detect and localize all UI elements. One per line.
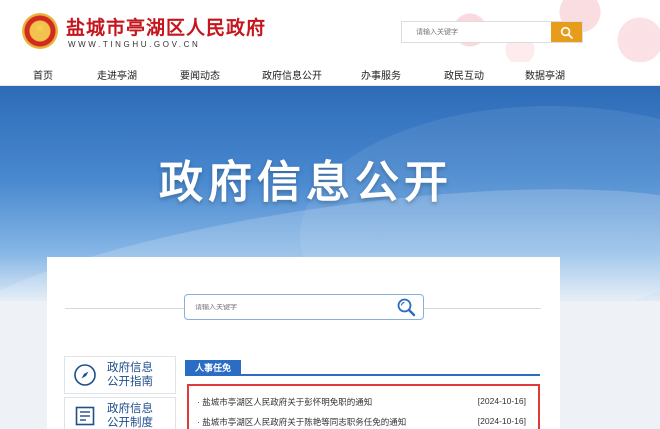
list-item[interactable]: · 盐城市亭湖区人民政府关于彭怀明免职的通知 [2024-10-16] [197,396,526,410]
list-item-title[interactable]: · 盐城市亭湖区人民政府关于彭怀明免职的通知 [197,396,372,410]
site-header: ★ 盐城市亭湖区人民政府 WWW.TINGHU.GOV.CN [0,0,660,62]
main-nav: 首页 走进亭湖 要闻动态 政府信息公开 办事服务 政民互动 数据亭湖 [0,62,660,86]
list-item-title[interactable]: · 盐城市亭湖区人民政府关于陈艳等同志职务任免的通知 [197,416,406,429]
content-card: 政府信息 公开指南 政府信息 公开制度 人事任免 · 盐城市亭湖区人民政府关于彭… [47,257,560,429]
content-search-input[interactable] [185,303,389,311]
compass-icon [72,362,98,388]
banner-title: 政府信息公开 [159,157,453,208]
site-title[interactable]: 盐城市亭湖区人民政府 [66,13,266,40]
content-search-box [184,294,424,320]
content-search-button[interactable] [389,295,423,319]
section-tab-bar: 人事任免 [185,360,540,376]
nav-item-news[interactable]: 要闻动态 [180,67,220,82]
search-icon [560,26,573,39]
magnifier-icon [397,298,416,317]
document-icon [72,403,98,429]
nav-item-info-disclosure[interactable]: 政府信息公开 [262,67,322,82]
list-item[interactable]: · 盐城市亭湖区人民政府关于陈艳等同志职务任免的通知 [2024-10-16] [197,416,526,429]
sidebar-item-disclosure-system[interactable]: 政府信息 公开制度 [64,397,176,429]
appointment-list: · 盐城市亭湖区人民政府关于彭怀明免职的通知 [2024-10-16] · 盐城… [187,384,540,429]
list-item-date: [2024-10-16] [477,416,526,426]
nav-item-data[interactable]: 数据亭湖 [525,67,565,82]
header-search-button[interactable] [551,22,582,42]
nav-item-home[interactable]: 首页 [33,67,53,82]
national-emblem-icon: ★ [22,13,58,49]
nav-item-about[interactable]: 走进亭湖 [97,67,137,82]
site-domain: WWW.TINGHU.GOV.CN [68,40,201,49]
list-item-date: [2024-10-16] [477,396,526,406]
header-search-box [401,21,583,43]
sidebar-item-label: 政府信息 公开指南 [107,362,153,388]
nav-item-interaction[interactable]: 政民互动 [444,67,484,82]
tab-personnel-appointments[interactable]: 人事任免 [185,360,242,376]
sidebar-item-label: 政府信息 公开制度 [107,403,153,429]
nav-item-services[interactable]: 办事服务 [361,67,401,82]
sidebar-item-disclosure-guide[interactable]: 政府信息 公开指南 [64,356,176,394]
header-search-input[interactable] [402,22,551,42]
